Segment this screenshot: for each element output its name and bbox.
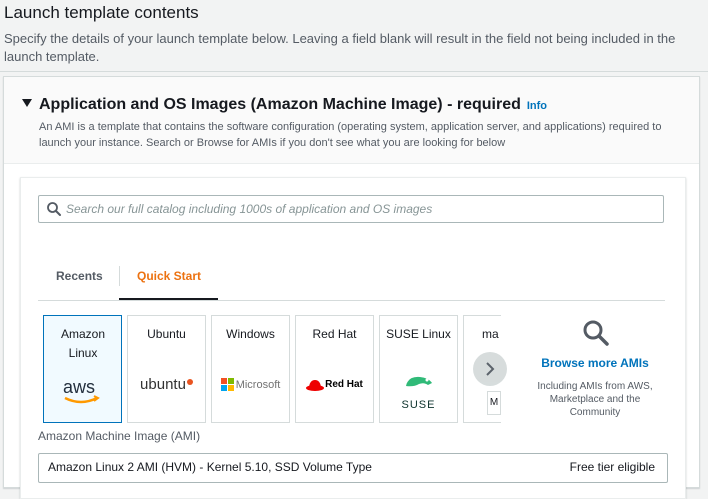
red-hat-logo-icon: Red Hat — [296, 376, 373, 400]
os-tile-suse-linux[interactable]: SUSE Linux SUSE — [379, 315, 458, 423]
header-divider — [0, 71, 708, 72]
ami-select[interactable]: Amazon Linux 2 AMI (HVM) - Kernel 5.10, … — [38, 453, 668, 483]
red-hat-logo-text: Red Hat — [325, 379, 363, 391]
microsoft-logo-text: Microsoft — [235, 378, 281, 391]
suse-logo-icon: SUSE — [380, 374, 457, 411]
carousel-next-button[interactable] — [473, 352, 507, 386]
collapse-caret-icon[interactable] — [22, 99, 32, 107]
section-description: An AMI is a template that contains the s… — [39, 121, 662, 149]
os-tile-label: Ubuntu — [147, 327, 186, 341]
tab-separator — [119, 266, 120, 286]
chevron-right-icon — [486, 362, 495, 376]
suse-logo-text: SUSE — [401, 399, 436, 411]
browse-more-amis-link[interactable]: Browse more AMIs — [529, 356, 661, 370]
os-tile-partial-logo: M — [487, 391, 501, 415]
tab-recents[interactable]: Recents — [56, 269, 103, 283]
os-tile-amazon-linux[interactable]: Amazon Linux aws — [43, 315, 122, 423]
tab-quick-start[interactable]: Quick Start — [137, 269, 201, 283]
page-description: Specify the details of your launch templ… — [4, 31, 676, 64]
os-tile-label: Amazon Linux — [60, 327, 106, 360]
section-header: Application and OS Images (Amazon Machin… — [4, 77, 699, 164]
os-tile-windows[interactable]: Windows Microsoft — [211, 315, 290, 423]
ubuntu-logo-text: ubuntu — [140, 376, 186, 393]
browse-more-description: Including AMIs from AWS, Marketplace and… — [537, 381, 653, 418]
ami-picker-panel: Search our full catalog including 1000s … — [20, 177, 686, 499]
info-link[interactable]: Info — [527, 100, 547, 112]
search-icon — [47, 202, 61, 216]
os-tile-ubuntu[interactable]: Ubuntu ubuntu — [127, 315, 206, 423]
ubuntu-logo-icon: ubuntu — [128, 376, 205, 400]
ami-field-label: Amazon Machine Image (AMI) — [38, 429, 201, 443]
section-title-text: Application and OS Images (Amazon Machin… — [39, 96, 521, 113]
free-tier-badge: Free tier eligible — [569, 460, 655, 474]
microsoft-logo-icon: Microsoft — [212, 376, 289, 400]
ami-selected-name: Amazon Linux 2 AMI (HVM) - Kernel 5.10, … — [48, 460, 372, 474]
os-tile-label: SUSE Linux — [386, 327, 451, 341]
os-tile-label: ma — [482, 327, 499, 341]
os-tile-red-hat[interactable]: Red Hat Red Hat — [295, 315, 374, 423]
search-placeholder: Search our full catalog including 1000s … — [66, 202, 433, 216]
aws-logo-text: aws — [63, 377, 95, 397]
os-tile-label: Windows — [226, 327, 275, 341]
ami-search-input[interactable]: Search our full catalog including 1000s … — [38, 195, 664, 223]
section-title: Application and OS Images (Amazon Machin… — [39, 96, 547, 114]
page-title: Launch template contents — [4, 3, 199, 22]
os-tile-label: Red Hat — [312, 327, 357, 341]
browse-search-icon — [583, 320, 609, 346]
aws-logo-icon: aws — [44, 376, 121, 404]
ami-section-panel: Application and OS Images (Amazon Machin… — [3, 76, 700, 499]
tabs-divider — [38, 300, 665, 301]
